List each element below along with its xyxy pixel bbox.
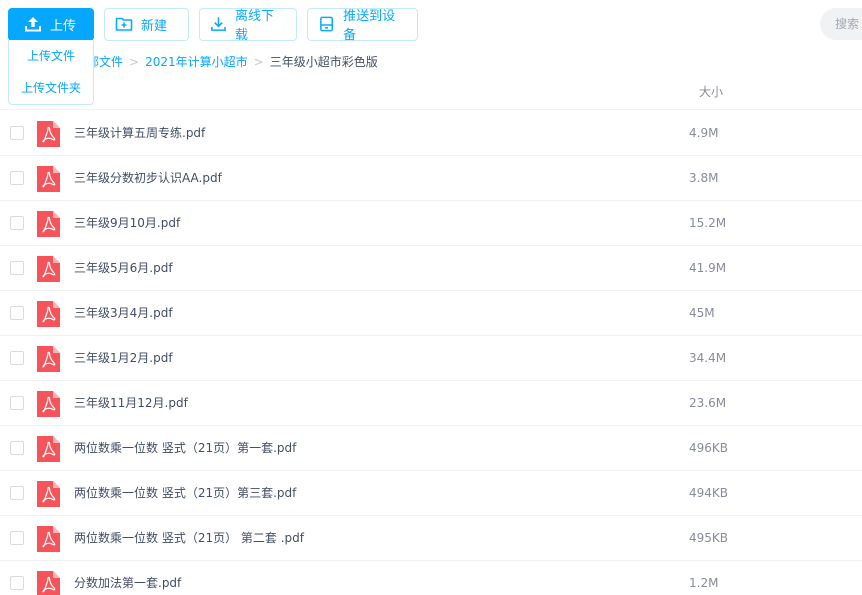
file-name[interactable]: 分数加法第一套.pdf: [74, 561, 181, 595]
download-icon: [211, 17, 226, 31]
pdf-file-icon: [37, 571, 60, 595]
file-row[interactable]: 三年级计算五周专练.pdf 4.9M: [0, 111, 862, 156]
file-size: 45M: [689, 306, 715, 320]
pdf-file-icon: [37, 481, 60, 507]
file-name[interactable]: 两位数乘一位数 竖式（21页） 第二套 .pdf: [74, 516, 304, 561]
pdf-file-icon: [37, 166, 60, 192]
breadcrumb-item-folder[interactable]: 2021年计算小超市: [145, 52, 248, 72]
new-button-label: 新建: [141, 18, 168, 34]
row-checkbox[interactable]: [10, 126, 24, 140]
toolbar: 上传 新建 离线下载 推送到设备: [8, 7, 428, 43]
file-size: 23.6M: [689, 396, 727, 410]
pdf-file-icon: [37, 526, 60, 552]
file-row[interactable]: 两位数乘一位数 竖式（21页）第三套.pdf 494KB: [0, 471, 862, 516]
file-name[interactable]: 两位数乘一位数 竖式（21页）第三套.pdf: [74, 471, 296, 516]
upload-dropdown-menu: 上传文件 上传文件夹: [8, 40, 94, 105]
file-list: 三年级计算五周专练.pdf 4.9M 三年级分数初步认识AA.pdf 3.8M 三年级9…: [0, 111, 862, 595]
device-icon: [320, 16, 334, 32]
file-size: 496KB: [689, 441, 729, 455]
file-name[interactable]: 三年级9月10月.pdf: [74, 201, 180, 246]
pdf-file-icon: [37, 301, 60, 327]
row-checkbox[interactable]: [10, 306, 24, 320]
file-name[interactable]: 三年级计算五周专练.pdf: [74, 111, 205, 156]
upload-button-label: 上传: [50, 18, 77, 34]
pdf-file-icon: [37, 121, 60, 147]
file-row[interactable]: 三年级1月2月.pdf 34.4M: [0, 336, 862, 381]
pdf-file-icon: [37, 436, 60, 462]
row-checkbox[interactable]: [10, 216, 24, 230]
search-input[interactable]: 搜索: [820, 8, 862, 40]
file-row[interactable]: 三年级11月12月.pdf 23.6M: [0, 381, 862, 426]
file-row[interactable]: 两位数乘一位数 竖式（21页） 第二套 .pdf 495KB: [0, 516, 862, 561]
header-divider: [0, 109, 862, 110]
file-name[interactable]: 两位数乘一位数 竖式（21页）第一套.pdf: [74, 426, 296, 471]
file-name[interactable]: 三年级分数初步认识AA.pdf: [74, 156, 222, 201]
offline-download-button[interactable]: 离线下载: [199, 7, 297, 43]
push-to-device-label: 推送到设备: [343, 9, 396, 43]
offline-download-label: 离线下载: [234, 9, 274, 43]
pdf-file-icon: [37, 391, 60, 417]
file-size: 34.4M: [689, 351, 727, 365]
file-row[interactable]: 两位数乘一位数 竖式（21页）第一套.pdf 496KB: [0, 426, 862, 471]
file-row[interactable]: 三年级3月4月.pdf 45M: [0, 291, 862, 336]
row-checkbox[interactable]: [10, 171, 24, 185]
search-placeholder: 搜索: [835, 17, 860, 31]
upload-button[interactable]: 上传: [8, 7, 94, 41]
row-checkbox[interactable]: [10, 396, 24, 410]
pdf-file-icon: [37, 211, 60, 237]
file-size: 1.2M: [689, 576, 719, 590]
file-row[interactable]: 三年级分数初步认识AA.pdf 3.8M: [0, 156, 862, 201]
row-checkbox[interactable]: [10, 576, 24, 590]
breadcrumb-separator: >: [129, 55, 140, 69]
new-button[interactable]: 新建: [104, 7, 189, 41]
row-checkbox[interactable]: [10, 441, 24, 455]
file-row[interactable]: 三年级5月6月.pdf 41.9M: [0, 246, 862, 291]
new-folder-icon: [115, 17, 133, 31]
file-size: 494KB: [689, 486, 729, 500]
file-name[interactable]: 三年级5月6月.pdf: [74, 246, 173, 291]
pdf-file-icon: [37, 346, 60, 372]
row-checkbox[interactable]: [10, 261, 24, 275]
file-name[interactable]: 三年级1月2月.pdf: [74, 336, 173, 381]
file-size: 4.9M: [689, 126, 719, 140]
file-size: 3.8M: [689, 171, 719, 185]
file-row[interactable]: 三年级9月10月.pdf 15.2M: [0, 201, 862, 246]
upload-file-menu-item[interactable]: 上传文件: [9, 40, 93, 72]
upload-icon: [25, 17, 41, 32]
breadcrumb-item-current: 三年级小超市彩色版: [269, 55, 378, 69]
breadcrumb-separator: >: [253, 55, 264, 69]
file-name[interactable]: 三年级3月4月.pdf: [74, 291, 173, 336]
file-size: 41.9M: [689, 261, 727, 275]
file-row[interactable]: 分数加法第一套.pdf 1.2M: [0, 561, 862, 595]
pdf-file-icon: [37, 256, 60, 282]
file-name[interactable]: 三年级11月12月.pdf: [74, 381, 188, 426]
push-to-device-button[interactable]: 推送到设备: [307, 7, 418, 43]
row-checkbox[interactable]: [10, 486, 24, 500]
breadcrumb: 部文件 > 2021年计算小超市 > 三年级小超市彩色版: [87, 52, 378, 72]
row-checkbox[interactable]: [10, 351, 24, 365]
file-size: 495KB: [689, 531, 729, 545]
row-checkbox[interactable]: [10, 531, 24, 545]
file-size: 15.2M: [689, 216, 727, 230]
size-column-header[interactable]: 大小: [699, 82, 723, 102]
upload-folder-menu-item[interactable]: 上传文件夹: [9, 72, 93, 104]
